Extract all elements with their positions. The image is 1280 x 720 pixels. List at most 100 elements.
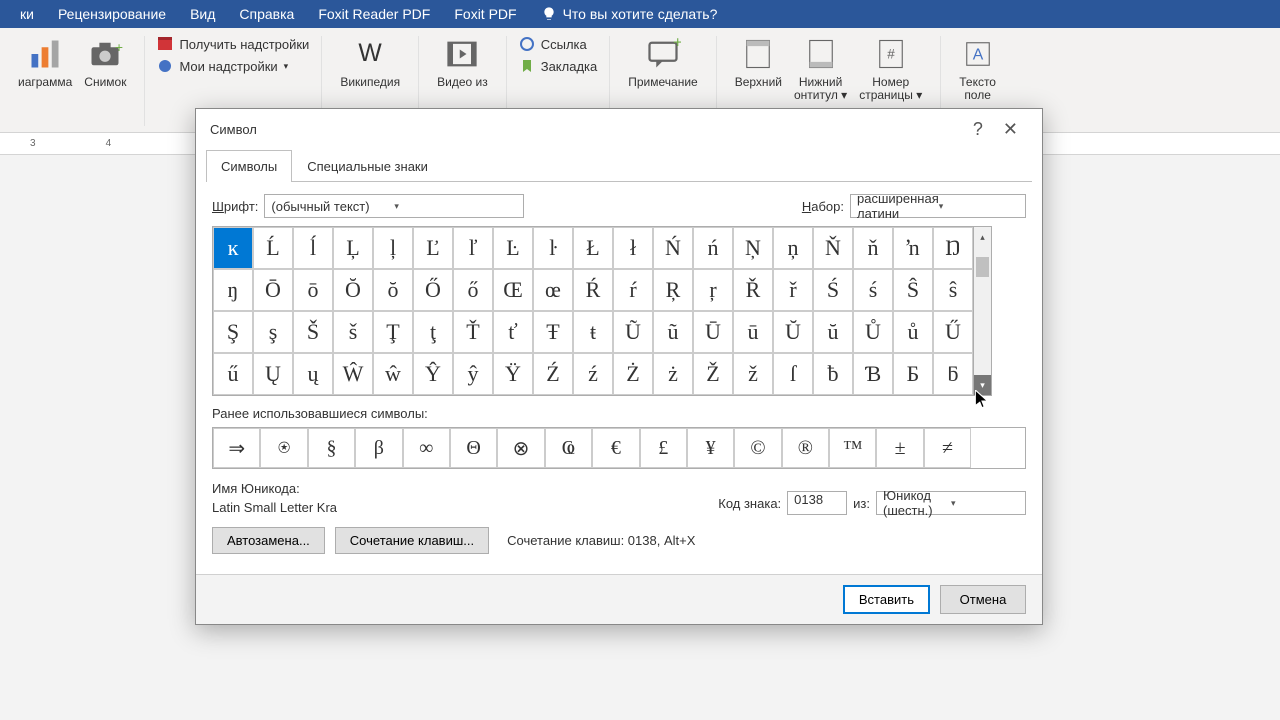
recent-symbol-cell[interactable]: Θ	[450, 428, 497, 468]
cancel-button[interactable]: Отмена	[940, 585, 1026, 614]
symbol-cell[interactable]: ŧ	[573, 311, 613, 353]
symbol-cell[interactable]: ņ	[773, 227, 813, 269]
symbol-cell[interactable]: Ř	[733, 269, 773, 311]
symbol-cell[interactable]: Ň	[813, 227, 853, 269]
tab-item[interactable]: Рецензирование	[58, 6, 166, 22]
symbol-cell[interactable]: ĸ	[213, 227, 253, 269]
grid-scrollbar[interactable]: ▴ ▾	[974, 226, 992, 396]
symbol-cell[interactable]: ŗ	[693, 269, 733, 311]
symbol-cell[interactable]: Ŝ	[893, 269, 933, 311]
recent-symbol-cell[interactable]: €	[592, 428, 639, 468]
recent-symbol-cell[interactable]: ®	[782, 428, 829, 468]
symbol-cell[interactable]: ō	[293, 269, 333, 311]
symbol-cell[interactable]: ź	[573, 353, 613, 395]
recent-symbol-cell[interactable]: ⊗	[497, 428, 544, 468]
symbol-cell[interactable]: ŭ	[813, 311, 853, 353]
from-select[interactable]: Юникод (шестн.)▾	[876, 491, 1026, 515]
autocorrect-button[interactable]: Автозамена...	[212, 527, 325, 554]
symbol-cell[interactable]: ŕ	[613, 269, 653, 311]
symbol-cell[interactable]: ű	[213, 353, 253, 395]
symbol-cell[interactable]: Ƃ	[893, 353, 933, 395]
recent-symbol-cell[interactable]: §	[308, 428, 355, 468]
symbol-cell[interactable]: ţ	[413, 311, 453, 353]
symbol-cell[interactable]: Ɓ	[853, 353, 893, 395]
symbol-cell[interactable]: Ņ	[733, 227, 773, 269]
recent-symbol-cell[interactable]: ©	[734, 428, 781, 468]
recent-symbol-cell[interactable]: β	[355, 428, 402, 468]
tab-item[interactable]: Foxit PDF	[454, 6, 516, 22]
symbol-cell[interactable]: Ł	[573, 227, 613, 269]
symbol-cell[interactable]: ů	[893, 311, 933, 353]
symbol-cell[interactable]: Ļ	[333, 227, 373, 269]
scroll-up-button[interactable]: ▴	[974, 227, 991, 247]
subset-select[interactable]: расширенная латини▾	[850, 194, 1026, 218]
symbol-cell[interactable]: Ű	[933, 311, 973, 353]
symbol-cell[interactable]: Ń	[653, 227, 693, 269]
close-button[interactable]: ✕	[993, 115, 1028, 144]
symbol-cell[interactable]: ť	[493, 311, 533, 353]
recent-symbol-cell[interactable]: £	[640, 428, 687, 468]
symbol-cell[interactable]: Ŷ	[413, 353, 453, 395]
symbol-cell[interactable]: Ź	[533, 353, 573, 395]
symbol-cell[interactable]: Ő	[413, 269, 453, 311]
symbol-cell[interactable]: ŵ	[373, 353, 413, 395]
insert-button[interactable]: Вставить	[843, 585, 930, 614]
symbol-cell[interactable]: Ŵ	[333, 353, 373, 395]
symbol-cell[interactable]: Ũ	[613, 311, 653, 353]
symbol-cell[interactable]: Ţ	[373, 311, 413, 353]
symbol-cell[interactable]: ŷ	[453, 353, 493, 395]
symbol-cell[interactable]: ŋ	[213, 269, 253, 311]
symbol-cell[interactable]: Ż	[613, 353, 653, 395]
symbol-cell[interactable]: Ş	[213, 311, 253, 353]
get-addins-button[interactable]: Получить надстройки	[157, 36, 309, 52]
symbol-cell[interactable]: ń	[693, 227, 733, 269]
help-button[interactable]: ?	[963, 115, 993, 144]
video-button[interactable]: Видео из	[437, 36, 488, 89]
symbol-cell[interactable]: Ŧ	[533, 311, 573, 353]
header-button[interactable]: Верхний	[735, 36, 782, 89]
symbol-cell[interactable]: Ÿ	[493, 353, 533, 395]
char-code-input[interactable]: 0138	[787, 491, 847, 515]
symbol-cell[interactable]: œ	[533, 269, 573, 311]
symbol-cell[interactable]: ƃ	[933, 353, 973, 395]
symbol-cell[interactable]: Ŏ	[333, 269, 373, 311]
symbol-cell[interactable]: ũ	[653, 311, 693, 353]
symbol-cell[interactable]: Ť	[453, 311, 493, 353]
comment-button[interactable]: + Примечание	[628, 36, 697, 89]
symbol-cell[interactable]: š	[333, 311, 373, 353]
symbol-cell[interactable]: ş	[253, 311, 293, 353]
symbol-cell[interactable]: ľ	[453, 227, 493, 269]
symbol-cell[interactable]: Ŗ	[653, 269, 693, 311]
symbol-cell[interactable]: Ž	[693, 353, 733, 395]
page-number-button[interactable]: # Номерстраницы ▾	[859, 36, 922, 102]
symbol-cell[interactable]: ĺ	[293, 227, 333, 269]
symbol-cell[interactable]: Œ	[493, 269, 533, 311]
font-select[interactable]: (обычный текст)▾	[264, 194, 524, 218]
symbol-cell[interactable]: ƀ	[813, 353, 853, 395]
symbol-cell[interactable]: Ś	[813, 269, 853, 311]
symbol-cell[interactable]: ś	[853, 269, 893, 311]
recent-symbols-grid[interactable]: ⇒⍟§β∞Θ⊗Ҩ€£¥©®™±≠	[212, 427, 1026, 469]
symbol-cell[interactable]: Ų	[253, 353, 293, 395]
textbox-button[interactable]: A Текстополе	[959, 36, 996, 102]
recent-symbol-cell[interactable]: ≠	[924, 428, 971, 468]
tell-me[interactable]: Что вы хотите сделать?	[541, 6, 718, 22]
symbol-cell[interactable]: ř	[773, 269, 813, 311]
scroll-thumb[interactable]	[976, 257, 989, 277]
symbol-cell[interactable]: ŏ	[373, 269, 413, 311]
tab-item[interactable]: ки	[20, 6, 34, 22]
screenshot-button[interactable]: + Снимок	[84, 36, 126, 89]
tab-item[interactable]: Вид	[190, 6, 215, 22]
footer-button[interactable]: Нижнийонтитул ▾	[794, 36, 847, 102]
symbol-cell[interactable]: ł	[613, 227, 653, 269]
symbol-cell[interactable]: Ů	[853, 311, 893, 353]
symbol-cell[interactable]: ļ	[373, 227, 413, 269]
tab-special-chars[interactable]: Специальные знаки	[292, 150, 443, 182]
symbol-cell[interactable]: Ŕ	[573, 269, 613, 311]
symbol-cell[interactable]: ő	[453, 269, 493, 311]
symbol-cell[interactable]: ŀ	[533, 227, 573, 269]
recent-symbol-cell[interactable]: ⇒	[213, 428, 260, 468]
recent-symbol-cell[interactable]: Ҩ	[545, 428, 592, 468]
symbol-cell[interactable]: Ŋ	[933, 227, 973, 269]
symbol-cell[interactable]: ū	[733, 311, 773, 353]
